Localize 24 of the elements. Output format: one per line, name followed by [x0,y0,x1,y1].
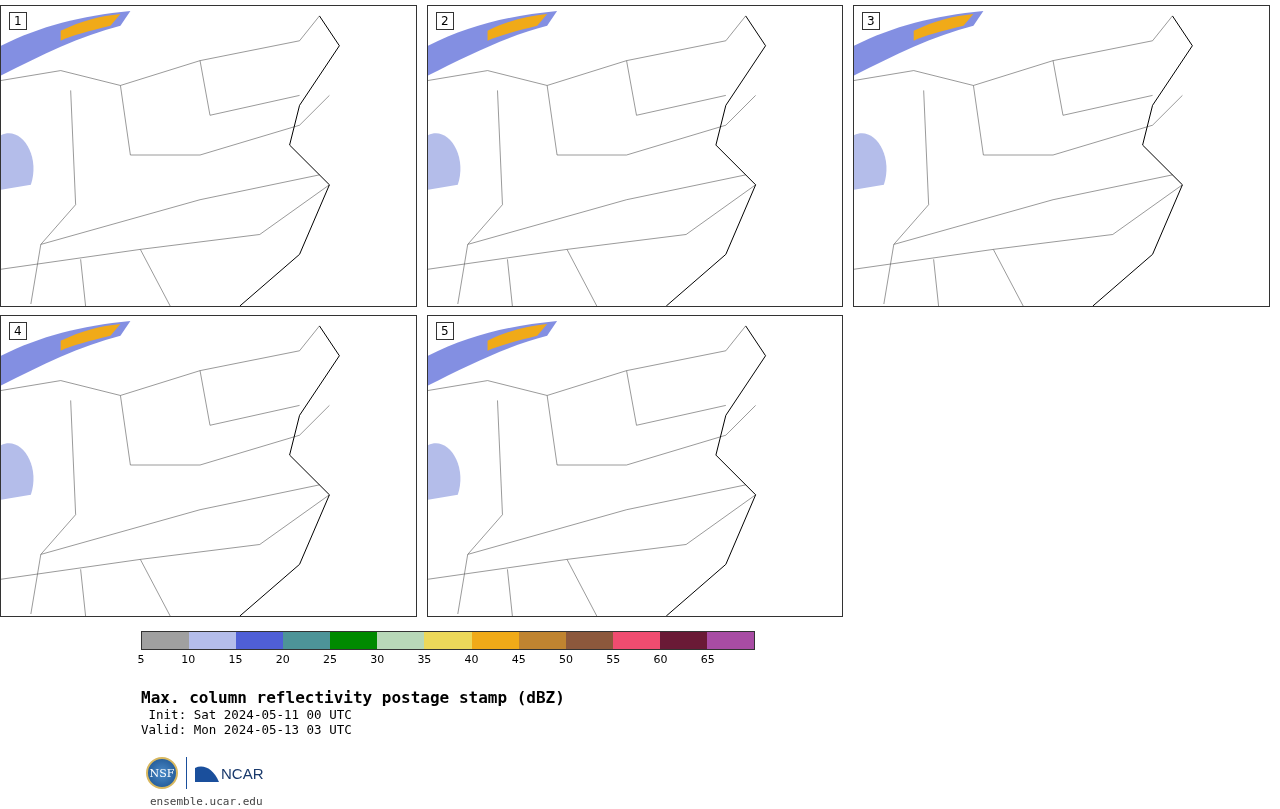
tick-label: 30 [370,653,385,666]
panel-number: 2 [436,12,454,30]
tick-label: 60 [653,653,668,666]
panel-number: 1 [9,12,27,30]
tick-label: 10 [181,653,196,666]
tick-label: 65 [700,653,715,666]
nsf-logo: NSF [146,757,178,789]
panel-number: 3 [862,12,880,30]
site-url: ensemble.ucar.edu [150,795,264,808]
ncar-logo: NCAR [195,764,264,782]
valid-time: Valid: Mon 2024-05-13 03 UTC [141,722,353,737]
tick-label: 15 [228,653,243,666]
chart-title: Max. column reflectivity postage stamp (dBZ) [141,688,566,707]
tick-label: 20 [275,653,290,666]
tick-label: 35 [417,653,432,666]
tick-label: 40 [464,653,479,666]
panel-number: 4 [9,322,27,340]
panel-number: 5 [436,322,454,340]
init-time: Init: Sat 2024-05-11 00 UTC [147,707,353,722]
tick-label: 50 [559,653,574,666]
tick-label: 55 [606,653,621,666]
tick-label: 45 [511,653,526,666]
tick-label: 25 [322,653,337,666]
tick-label: 5 [137,653,145,666]
